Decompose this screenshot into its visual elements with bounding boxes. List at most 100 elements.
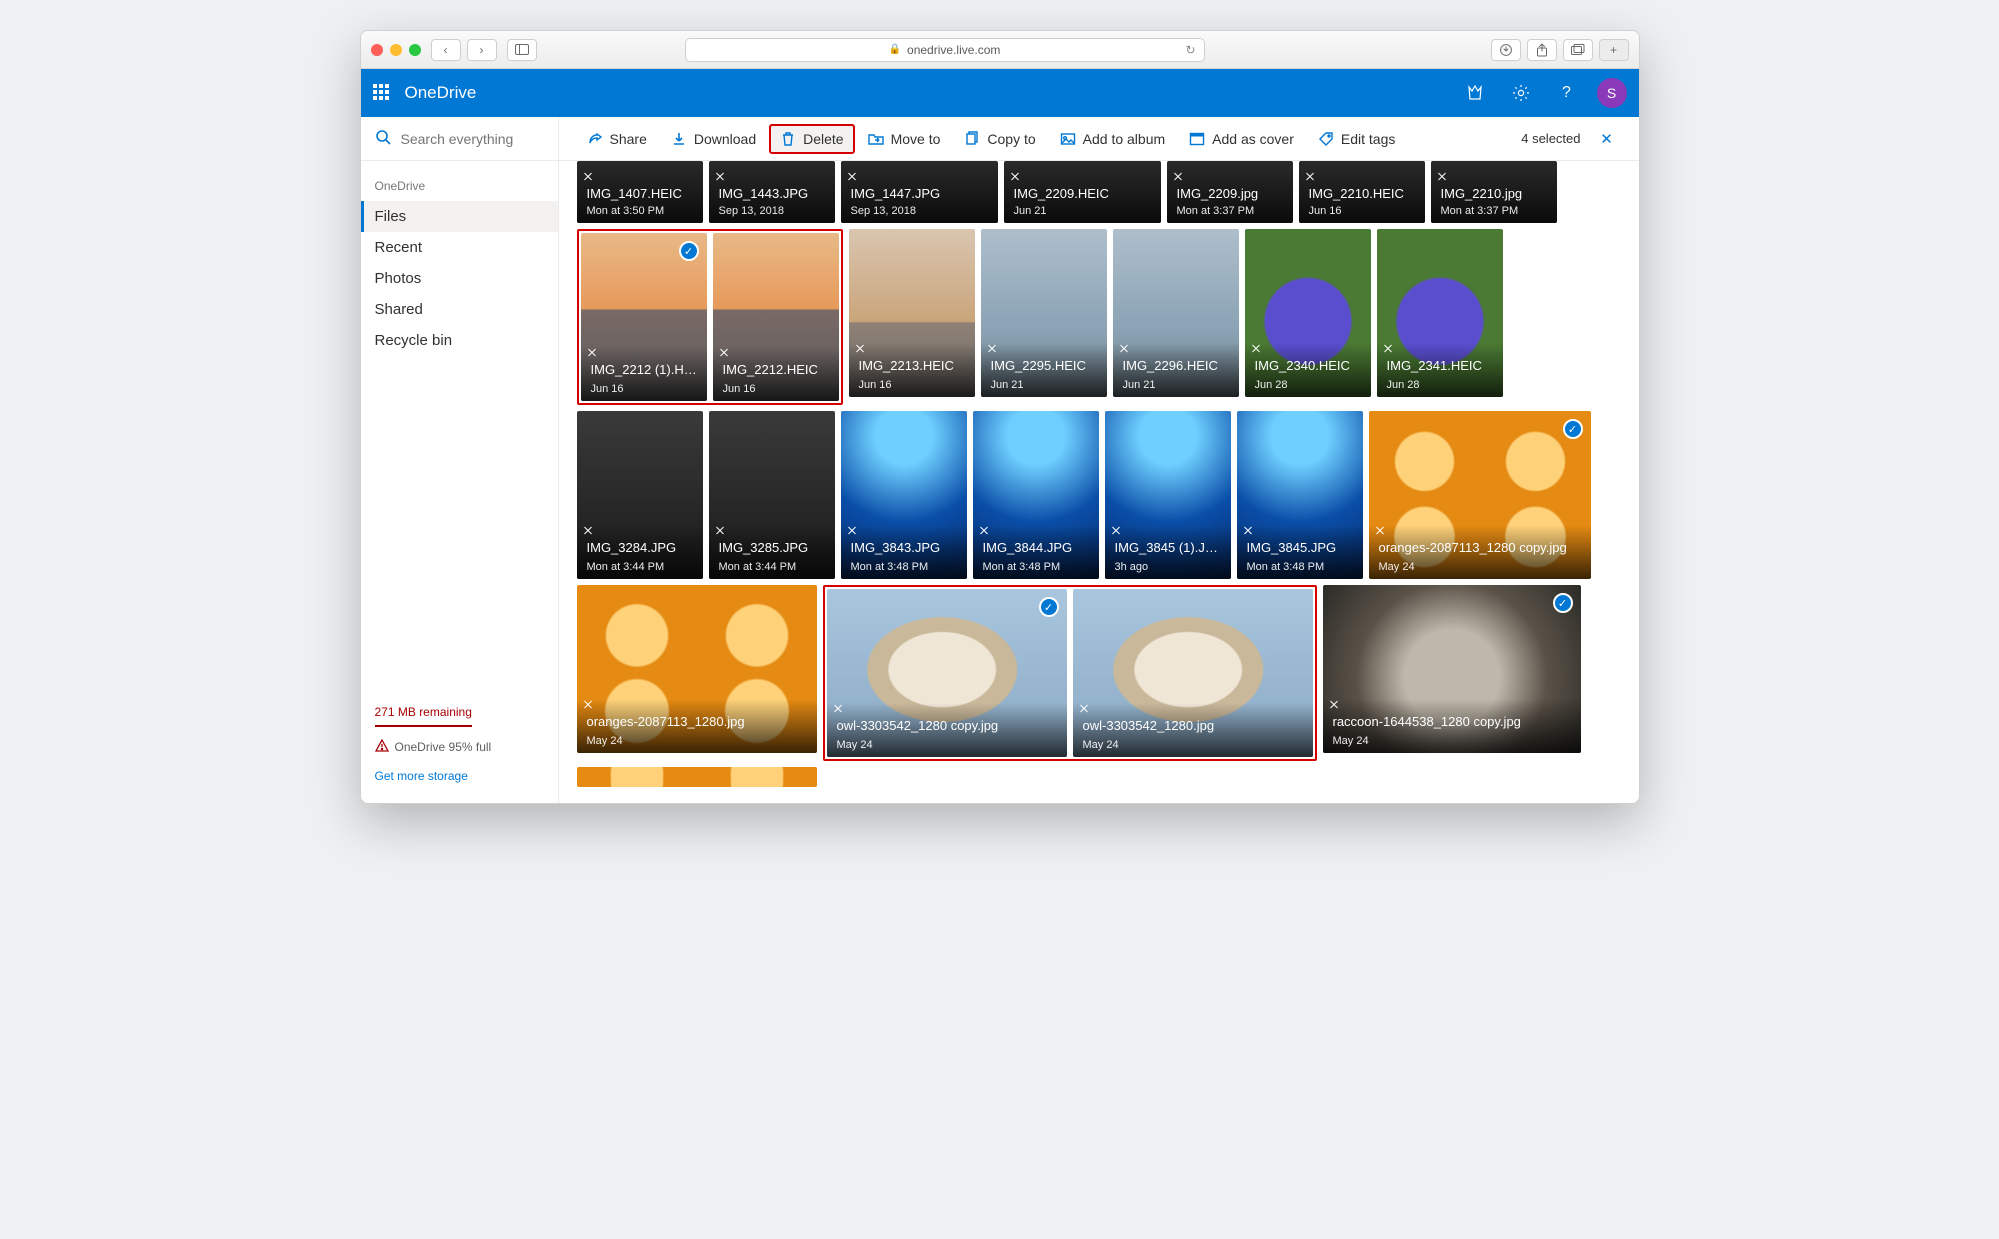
onedrive-header: OneDrive ? S [361,69,1639,117]
highlight-selection-group: owl-3303542_1280 copy.jpgMay 24✓owl-3303… [823,585,1317,761]
file-tile[interactable]: IMG_2213.HEICJun 16 [849,229,975,397]
main-panel: Share Download Delete Move to Copy to Ad… [559,117,1639,803]
delete-button[interactable]: Delete [770,125,853,153]
file-date: May 24 [837,739,873,751]
file-tile[interactable]: owl-3303542_1280 copy.jpgMay 24✓ [827,589,1067,757]
file-name: IMG_3843.JPG [851,540,959,555]
sidebar-item-photos[interactable]: Photos [361,263,558,294]
breadcrumb: OneDrive [361,161,558,201]
search-input[interactable] [401,131,544,147]
file-tile[interactable]: IMG_2209.HEICJun 21 [1004,161,1161,223]
file-tile[interactable]: IMG_2341.HEICJun 28 [1377,229,1503,397]
file-tile[interactable]: IMG_2210.HEIC Jun 16 [1299,161,1425,223]
forward-button[interactable]: › [467,39,497,61]
file-name: IMG_2212 (1).HEIC [591,362,699,377]
file-date: Mon at 3:48 PM [1247,561,1325,573]
file-date: May 24 [1083,739,1119,751]
maximize-window-button[interactable] [409,44,421,56]
share-button[interactable]: Share [577,125,657,153]
file-name: IMG_2212.HEIC [723,362,831,377]
avatar[interactable]: S [1597,78,1627,108]
app-launcher-icon[interactable] [373,84,391,102]
file-date: Mon at 3:37 PM [1177,205,1255,217]
file-tile[interactable]: IMG_3844.JPG Mon at 3:48 PM [973,411,1099,579]
file-tile[interactable]: IMG_3284.JPGMon at 3:44 PM [577,411,703,579]
expand-icon [1305,171,1315,181]
file-date: 3h ago [1115,561,1149,573]
file-date: Mon at 3:44 PM [719,561,797,573]
search-box[interactable] [361,117,558,161]
new-tab-button[interactable]: + [1599,39,1629,61]
file-date: Jun 16 [859,379,892,391]
expand-icon [979,525,989,535]
warning-icon [375,739,389,755]
file-name: oranges-2087113_1280.jpg [587,714,809,729]
file-tile[interactable]: oranges-2087113_1280 copy.jpgMay 24✓ [1369,411,1591,579]
file-tile[interactable]: IMG_2212 (1).HEICJun 16✓ [581,233,707,401]
close-window-button[interactable] [371,44,383,56]
file-tile[interactable]: IMG_1447.JPGSep 13, 2018 [841,161,998,223]
sidebar-item-files[interactable]: Files [361,201,558,232]
file-tile[interactable]: IMG_1443.JPGSep 13, 2018 [709,161,835,223]
minimize-window-button[interactable] [390,44,402,56]
reload-icon[interactable]: ↻ [1185,43,1195,57]
file-tile[interactable]: IMG_2340.HEICJun 28 [1245,229,1371,397]
file-tile[interactable]: owl-3303542_1280.jpgMay 24 [1073,589,1313,757]
download-button[interactable]: Download [661,125,766,153]
settings-icon[interactable] [1505,77,1537,109]
selected-check-icon: ✓ [1563,419,1583,439]
file-name: IMG_3285.JPG [719,540,827,555]
browser-chrome: ‹ › 🔒 onedrive.live.com ↻ + [361,31,1639,69]
file-name: IMG_2340.HEIC [1255,358,1363,373]
sidebar-toggle-button[interactable] [507,39,537,61]
sidebar: OneDrive FilesRecentPhotosSharedRecycle … [361,117,559,803]
address-bar[interactable]: 🔒 onedrive.live.com ↻ [685,38,1205,62]
premium-icon[interactable] [1459,77,1491,109]
file-name: IMG_2210.HEIC [1309,186,1417,201]
sidebar-item-shared[interactable]: Shared [361,294,558,325]
edit-tags-button[interactable]: Edit tags [1308,125,1405,153]
file-tile[interactable]: IMG_3845.JPGMon at 3:48 PM [1237,411,1363,579]
downloads-button[interactable] [1491,39,1521,61]
sidebar-item-recent[interactable]: Recent [361,232,558,263]
file-name: raccoon-1644538_1280 copy.jpg [1333,714,1573,729]
file-name: IMG_2209.jpg [1177,186,1285,201]
file-name: IMG_2210.jpg [1441,186,1549,201]
file-tile[interactable]: IMG_2295.HEICJun 21 [981,229,1107,397]
move-to-button[interactable]: Move to [858,125,951,153]
file-date: Jun 28 [1387,379,1420,391]
tabs-button[interactable] [1563,39,1593,61]
storage-full-text: OneDrive 95% full [395,740,492,754]
file-tile[interactable]: IMG_2209.jpg Mon at 3:37 PM [1167,161,1293,223]
file-tile[interactable]: raccoon-1644538_1280 copy.jpgMay 24✓ [1323,585,1581,753]
copy-to-button[interactable]: Copy to [954,125,1045,153]
expand-icon [847,171,857,181]
file-date: May 24 [587,735,623,747]
file-tile[interactable]: IMG_2212.HEICJun 16 [713,233,839,401]
file-tile[interactable]: oranges-2087113_1280.jpg May 24 [577,585,817,753]
file-tile[interactable]: IMG_3843.JPGMon at 3:48 PM [841,411,967,579]
file-tile[interactable]: IMG_3285.JPG Mon at 3:44 PM [709,411,835,579]
url-text: onedrive.live.com [907,43,1000,57]
file-date: Jun 16 [1309,205,1342,217]
add-as-cover-button[interactable]: Add as cover [1179,125,1304,153]
file-tile[interactable]: IMG_3845 (1).JPG3h ago [1105,411,1231,579]
help-icon[interactable]: ? [1551,77,1583,109]
file-date: Mon at 3:48 PM [983,561,1061,573]
back-button[interactable]: ‹ [431,39,461,61]
clear-selection-button[interactable]: ✕ [1593,125,1621,153]
expand-icon [833,703,843,713]
sidebar-item-recycle-bin[interactable]: Recycle bin [361,325,558,356]
expand-icon [587,347,597,357]
file-name: IMG_3844.JPG [983,540,1091,555]
file-tile[interactable]: IMG_2296.HEICJun 21 [1113,229,1239,397]
expand-icon [1251,343,1261,353]
file-tile[interactable]: IMG_2210.jpgMon at 3:37 PM [1431,161,1557,223]
file-tile[interactable] [577,767,817,787]
share-button-chrome[interactable] [1527,39,1557,61]
get-more-storage-link[interactable]: Get more storage [375,769,544,783]
file-name: IMG_2209.HEIC [1014,186,1153,201]
add-to-album-button[interactable]: Add to album [1050,125,1176,153]
file-name: IMG_2296.HEIC [1123,358,1231,373]
file-tile[interactable]: IMG_1407.HEICMon at 3:50 PM [577,161,703,223]
